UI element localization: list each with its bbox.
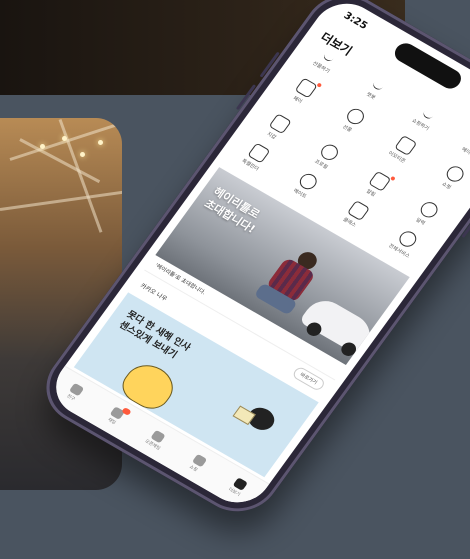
bird-character <box>232 403 280 435</box>
banner-headline: 헤이리틀로 초대합니다! <box>201 185 267 237</box>
new-badge <box>389 175 396 181</box>
menu-item[interactable]: 이모티콘 <box>374 127 431 172</box>
section-more-button[interactable]: 바로가기 <box>290 365 327 393</box>
letter-icon <box>232 405 256 426</box>
toy-car <box>298 293 380 357</box>
menu-item[interactable]: 쇼핑 <box>424 155 470 200</box>
tab-item[interactable]: 채팅 <box>94 400 136 433</box>
menu-item[interactable]: 쇼핑하기 <box>398 101 450 140</box>
menu-item[interactable]: 페이 <box>275 69 332 114</box>
section-title: 카카오 나우 <box>138 282 169 303</box>
unread-badge <box>121 407 132 417</box>
tab-item[interactable]: 오픈채팅 <box>135 424 177 457</box>
menu-item[interactable]: 챗봇 <box>348 72 400 111</box>
tab-item[interactable]: 친구 <box>53 377 95 410</box>
menu-item[interactable]: 선물 <box>324 98 381 143</box>
card-text: 못다 한 새해 인사 센스있게 보내기 <box>116 308 193 365</box>
new-badge <box>316 82 323 88</box>
tab-item[interactable]: 더보기 <box>217 471 259 504</box>
status-time: 3:25 <box>341 10 370 32</box>
dynamic-island <box>390 39 466 93</box>
phone-screen: 3:25 5G 더보기 ⌕⌗⚙ 선물하기챗봇쇼핑하기메이커스페이선물이모티콘쇼핑… <box>43 0 470 514</box>
smartphone: 3:25 5G 더보기 ⌕⌗⚙ 선물하기챗봇쇼핑하기메이커스페이선물이모티콘쇼핑… <box>30 0 470 526</box>
tab-item[interactable]: 쇼핑 <box>176 447 218 480</box>
